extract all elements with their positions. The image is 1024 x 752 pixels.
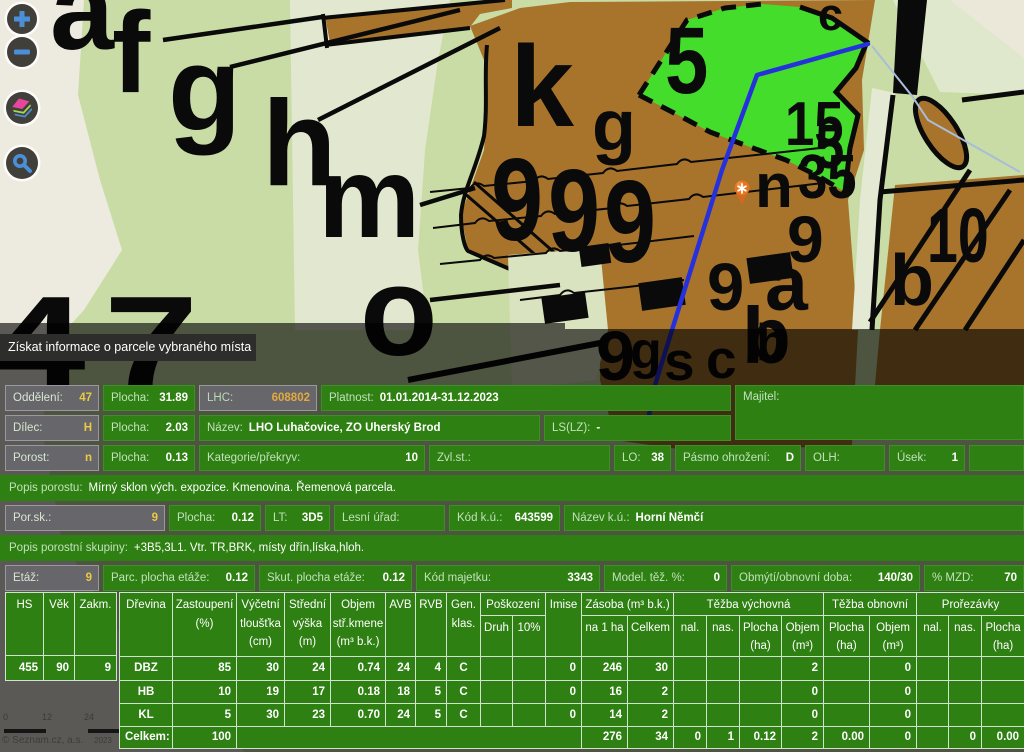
- svg-text:g: g: [592, 86, 636, 166]
- svg-text:k: k: [510, 23, 575, 151]
- svg-text:5: 5: [665, 8, 708, 114]
- svg-text:9: 9: [491, 135, 543, 265]
- svg-text:f: f: [112, 0, 151, 117]
- svg-text:9: 9: [707, 250, 744, 325]
- svg-text:9: 9: [604, 157, 656, 287]
- svg-text:c: c: [818, 0, 843, 40]
- svg-text:g: g: [168, 22, 241, 156]
- svg-text:10: 10: [927, 193, 989, 279]
- svg-text:a: a: [50, 0, 115, 74]
- svg-text:35: 35: [798, 143, 857, 212]
